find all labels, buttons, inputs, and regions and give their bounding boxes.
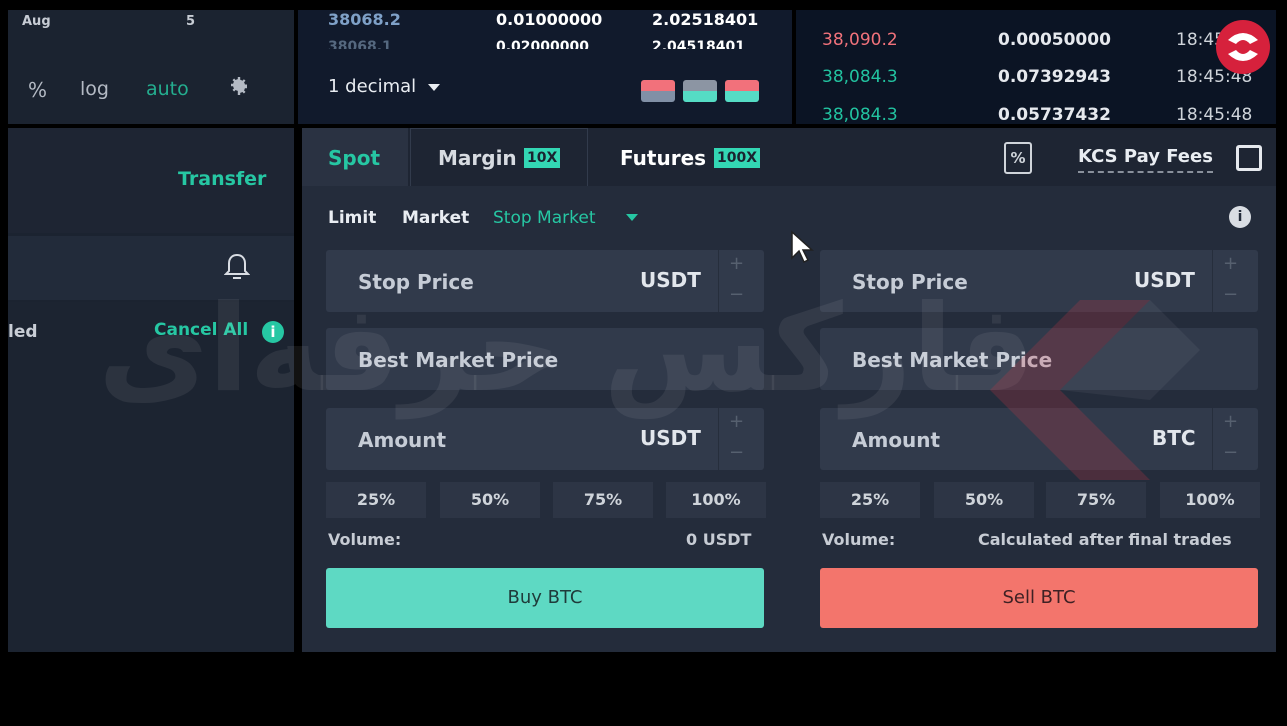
trade-price: 38,084.3 (822, 105, 898, 124)
log-scale-toggle[interactable]: log (80, 78, 109, 100)
sell-button[interactable]: Sell BTC (820, 568, 1258, 628)
info-icon[interactable]: i (1229, 206, 1251, 228)
auto-scale-toggle[interactable]: auto (146, 78, 189, 100)
trade-amount: 0.00050000 (998, 30, 1111, 50)
trade-price: 38,090.2 (822, 30, 898, 50)
ask-total: 2.04518401 (652, 39, 745, 49)
decimal-select[interactable]: 1 decimal (328, 76, 440, 97)
plus-icon[interactable]: + (719, 250, 754, 281)
sell-stop-price-stepper[interactable]: + − (1212, 250, 1248, 312)
minus-icon[interactable]: − (1213, 281, 1248, 312)
buy-percent-100[interactable]: 100% (666, 482, 766, 518)
ask-price[interactable]: 38068.2 (328, 10, 401, 29)
tab-futures[interactable]: Futures (620, 146, 706, 170)
bottom-letterbox (0, 656, 1287, 726)
orderbook-asks-icon[interactable] (725, 80, 759, 102)
chevron-down-icon (427, 83, 440, 91)
tab-margin[interactable]: Margin (438, 146, 517, 170)
sell-volume-value: Calculated after final trades (978, 530, 1232, 549)
plus-icon[interactable]: + (1213, 250, 1248, 281)
watermark-text: فارکس حرفه‌ای (98, 280, 1036, 419)
futures-leverage-badge: 100X (714, 148, 761, 168)
sell-percent-25[interactable]: 25% (820, 482, 920, 518)
minus-icon[interactable]: − (1213, 439, 1248, 470)
watermark-logo (990, 300, 1200, 480)
kcs-pay-fees-label[interactable]: KCS Pay Fees (1078, 146, 1213, 173)
trade-amount: 0.05737432 (998, 105, 1111, 124)
orderbook-layout-switcher (641, 80, 759, 102)
percent-scale-toggle[interactable]: % (28, 78, 47, 102)
margin-leverage-badge: 10X (524, 148, 561, 168)
order-type-market[interactable]: Market (402, 208, 469, 228)
order-type-stop-market[interactable]: Stop Market (493, 208, 596, 228)
bell-icon[interactable] (224, 252, 250, 282)
order-type-limit[interactable]: Limit (328, 208, 376, 228)
ask-amount: 0.02000000 (496, 39, 589, 49)
buy-volume-label: Volume: (328, 530, 402, 549)
trade-amount: 0.07392943 (998, 67, 1111, 87)
buy-volume-value: 0 USDT (686, 530, 752, 549)
minus-icon[interactable]: − (719, 439, 754, 470)
buy-amount-unit: USDT (640, 426, 701, 450)
decimal-select-value: 1 decimal (328, 76, 417, 97)
chart-day-label: 5 (186, 14, 196, 29)
fee-rate-icon[interactable]: % (1004, 142, 1032, 174)
buy-button[interactable]: Buy BTC (326, 568, 764, 628)
orderbook-both-icon[interactable] (641, 80, 675, 102)
ask-price[interactable]: 38068.1 (328, 39, 392, 49)
trade-time: 18:45:48 (1176, 105, 1253, 124)
chart-toolbar (8, 10, 294, 124)
plus-icon[interactable]: + (1213, 408, 1248, 439)
sell-amount-label: Amount (852, 428, 941, 452)
buy-percent-50[interactable]: 50% (440, 482, 540, 518)
trade-price: 38,084.3 (822, 67, 898, 87)
mouse-cursor-icon (791, 230, 814, 264)
buy-percent-75[interactable]: 75% (553, 482, 653, 518)
transfer-link[interactable]: Transfer (178, 168, 266, 190)
ask-amount: 0.01000000 (496, 10, 603, 29)
chevron-down-icon[interactable] (626, 214, 638, 221)
kcs-pay-fees-checkbox[interactable] (1236, 145, 1262, 171)
chart-month-label: Aug (22, 14, 51, 29)
orders-tab-label[interactable]: led (8, 322, 38, 342)
brand-logo-icon (1216, 20, 1270, 74)
buy-amount-label: Amount (358, 428, 447, 452)
orderbook-bids-icon[interactable] (683, 80, 717, 102)
sell-amount-stepper[interactable]: + − (1212, 408, 1248, 470)
tab-spot[interactable]: Spot (328, 146, 380, 170)
ask-total: 2.02518401 (652, 10, 759, 29)
buy-percent-25[interactable]: 25% (326, 482, 426, 518)
gear-icon[interactable] (226, 74, 250, 98)
sell-volume-label: Volume: (822, 530, 896, 549)
